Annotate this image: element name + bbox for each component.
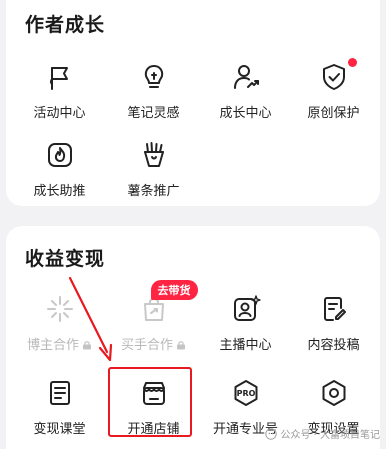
item-label: 成长中心 [219, 106, 272, 121]
watermark: 公众号 · 大富项目笔记 [265, 426, 380, 441]
pro-badge-icon: PRO [229, 376, 263, 410]
document-edit-icon [317, 292, 351, 326]
gear-icon [317, 376, 351, 410]
item-label-text: 买手合作 [120, 338, 173, 353]
go-sell-badge[interactable]: 去带货 [150, 280, 198, 300]
item-content-submission[interactable]: 内容投稿 [287, 292, 380, 354]
wechat-official-account-icon [265, 427, 278, 440]
author-growth-card: 作者成长 活动中心 笔记灵感 成长中心 原创保护 成长助推 薯条推广 [6, 0, 380, 206]
lightbulb-icon [137, 60, 171, 94]
item-label: 薯条推广 [127, 184, 180, 199]
item-label: 博主合作 [27, 334, 92, 353]
sparkle-icon [43, 292, 77, 326]
item-anchor-center[interactable]: 主播中心 [199, 292, 292, 354]
item-original-protection[interactable]: 原创保护 [287, 58, 380, 122]
course-book-icon [43, 376, 77, 410]
flag-icon [43, 60, 77, 94]
item-blogger-cooperation[interactable]: 博主合作 [13, 292, 106, 354]
item-label: 活动中心 [33, 106, 86, 121]
watermark-text: 公众号 · 大富项目笔记 [280, 430, 380, 441]
item-note-inspiration[interactable]: 笔记灵感 [107, 60, 200, 122]
fries-icon [137, 138, 171, 172]
lock-icon [83, 341, 91, 350]
item-label-text: 博主合作 [26, 338, 79, 353]
item-growth-boost[interactable]: 成长助推 [13, 138, 106, 200]
item-label: 原创保护 [307, 106, 360, 121]
section-title-growth: 作者成长 [25, 14, 106, 36]
item-growth-center[interactable]: 成长中心 [199, 60, 292, 122]
shopping-bag-icon: 去带货 [137, 280, 198, 326]
shield-check-icon [317, 58, 357, 94]
item-activity-center[interactable]: 活动中心 [13, 60, 106, 122]
revenue-card: 收益变现 博主合作 去带货 买手合作 主播中心 内容投稿 变现课堂 开通店铺 P… [6, 226, 380, 449]
highlight-box-open-store [108, 367, 192, 437]
pro-icon-text: PRO [236, 389, 255, 398]
notification-dot [347, 58, 357, 67]
item-label: 变现课堂 [33, 422, 86, 437]
item-label: 买手合作 [121, 334, 186, 353]
section-title-revenue: 收益变现 [25, 248, 106, 270]
user-growth-icon [229, 60, 263, 94]
item-monetization-course[interactable]: 变现课堂 [13, 376, 106, 438]
item-label: 笔记灵感 [127, 106, 180, 121]
item-fries-promotion[interactable]: 薯条推广 [107, 138, 200, 200]
item-label: 成长助推 [33, 184, 86, 199]
fire-boost-icon [43, 138, 77, 172]
anchor-portrait-icon [229, 292, 263, 326]
item-label: 主播中心 [219, 338, 272, 353]
item-label: 内容投稿 [307, 338, 360, 353]
item-buyer-cooperation[interactable]: 去带货 买手合作 [107, 280, 200, 354]
lock-icon [177, 341, 185, 350]
